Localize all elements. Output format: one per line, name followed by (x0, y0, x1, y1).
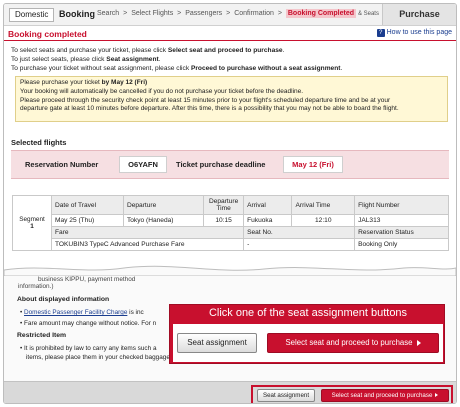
column-header: Fare (50, 226, 245, 239)
table-cell: - (243, 238, 356, 251)
progress-stepbar: Domestic Booking Search > Select Flights… (4, 4, 456, 26)
notice-line-2: Your booking will automatically be cance… (20, 87, 304, 95)
about-line-2: • Fare amount may change without notice.… (20, 320, 157, 327)
purchase-tab: Purchase (382, 4, 456, 25)
step-separator: > (226, 10, 231, 17)
table-cell: 10:15 (203, 214, 245, 227)
seat-assignment-button[interactable]: Seat assignment (177, 333, 257, 353)
about-line-1: • Domestic Passenger Facility Charge is … (20, 309, 144, 316)
torn-paper-edge (4, 265, 456, 276)
cut-off-text: business KIPPU, payment method informati… (18, 276, 135, 290)
about-displayed-info-title: About displayed information (17, 296, 110, 303)
intro-text: . (158, 56, 161, 63)
intro-text: . (282, 47, 285, 54)
column-header: Arrival (243, 195, 293, 215)
table-cell: Fukuoka (243, 214, 293, 227)
notice-line-1: Please purchase your ticket by May 12 (F… (20, 79, 443, 88)
booking-label: Booking (59, 9, 95, 19)
intro-bold: Proceed to purchase without a seat assig… (190, 65, 341, 72)
intro-instructions: To select seats and purchase your ticket… (11, 46, 451, 73)
intro-bold: Seat assignment (106, 56, 159, 63)
notice-text: Please purchase your ticket (20, 79, 102, 86)
column-header: Reservation Status (354, 226, 449, 239)
arrow-right-icon (435, 393, 439, 398)
intro-text: To purchase your ticket without seat ass… (11, 65, 191, 72)
select-seat-proceed-button[interactable]: Select seat and proceed to purchase (321, 389, 449, 402)
table-cell: TOKUBIN3 TypeC Advanced Purchase Fare (50, 238, 245, 251)
step-select-flights: Select Flights (131, 10, 174, 17)
restricted-text: It is prohibited by law to carry any ite… (24, 345, 157, 352)
step-confirmation: Confirmation (234, 10, 274, 17)
reservation-summary: Reservation Number O6YAFN Ticket purchas… (11, 150, 449, 179)
column-header: Date of Travel (51, 195, 124, 215)
column-header: Arrival Time (291, 195, 356, 215)
select-seat-proceed-label: Select seat and proceed to purchase (331, 392, 433, 399)
table-cell: Booking Only (354, 238, 449, 251)
domestic-tab[interactable]: Domestic (9, 8, 55, 22)
column-header: Departure Time (203, 195, 245, 215)
step-separator: > (123, 10, 128, 17)
select-seat-proceed-button[interactable]: Select seat and proceed to purchase (267, 333, 439, 353)
table-subheader-row: Fare Seat No. Reservation Status (13, 226, 449, 239)
page-title: Booking completed (8, 29, 87, 39)
step-passengers: Passengers (185, 10, 223, 17)
step-separator: > (177, 10, 182, 17)
intro-line-2: To just select seats, please click Seat … (11, 55, 451, 64)
flight-table: Segment 1 Date of Travel Departure Depart… (12, 195, 449, 251)
segment-label: Segment (19, 216, 45, 223)
help-icon: ? (376, 29, 385, 37)
reservation-number-label: Reservation Number (25, 160, 99, 169)
selected-flights-title: Selected flights (11, 138, 67, 147)
table-cell: JAL313 (354, 214, 449, 227)
about-text: is inc (129, 309, 144, 316)
purchase-deadline-notice: Please purchase your ticket by May 12 (F… (15, 76, 448, 122)
notice-line-3: Please proceed through the security chec… (20, 96, 391, 104)
seat-assignment-button[interactable]: Seat assignment (257, 389, 315, 402)
restricted-line-1: • It is prohibited by law to carry any i… (20, 345, 157, 352)
seat-assignment-callout: Click one of the seat assignment buttons… (169, 304, 445, 364)
step-search: Search (97, 10, 120, 17)
page-title-row: Booking completed ? How to use this page (4, 27, 456, 41)
progress-steps: Search > Select Flights > Passengers > C… (97, 9, 379, 18)
purchase-deadline-value: May 12 (Fri) (283, 156, 343, 173)
callout-title: Click one of the seat assignment buttons (208, 307, 408, 319)
step-separator: > (277, 10, 282, 17)
column-header: Seat No. (243, 226, 356, 239)
restricted-item-title: Restricted Item (17, 332, 67, 339)
table-cell: Tokyo (Haneda) (122, 214, 205, 227)
reservation-number: O6YAFN (119, 156, 167, 173)
table-header-row: Segment 1 Date of Travel Departure Depart… (12, 195, 449, 251)
bottom-action-bar: Seat assignment Select seat and proceed … (4, 381, 456, 403)
table-cell: 12:10 (291, 214, 356, 227)
step-booking-completed: Booking Completed (285, 9, 356, 18)
booking-page: Domestic Booking Search > Select Flights… (3, 3, 457, 404)
column-header: Flight Number (354, 195, 449, 215)
facility-charge-link[interactable]: Domestic Passenger Facility Charge (24, 309, 127, 316)
notice-line-4: departure gate at least 10 minutes befor… (20, 105, 399, 113)
callout-body: Seat assignment Select seat and proceed … (173, 324, 443, 362)
table-row: May 25 (Thu) Tokyo (Haneda) 10:15 Fukuok… (13, 214, 449, 227)
purchase-deadline-label: Ticket purchase deadline (176, 160, 266, 169)
step-seats-suffix: & Seats (357, 11, 379, 17)
intro-line-3: To purchase your ticket without seat ass… (11, 64, 451, 73)
intro-line-1: To select seats and purchase your ticket… (11, 46, 451, 55)
notice-deadline: by May 12 (Fri) (101, 79, 148, 86)
cut-off-line-1: business KIPPU, payment method (38, 276, 136, 283)
intro-text: To select seats and purchase your ticket… (11, 47, 168, 54)
intro-text: To just select seats, please click (11, 56, 107, 63)
select-seat-proceed-label: Select seat and proceed to purchase (285, 338, 413, 347)
about-text: Fare amount may change without notice. F… (24, 320, 157, 327)
intro-text: . (340, 65, 343, 72)
cut-off-line-2: information.) (18, 283, 54, 290)
column-header: Departure (122, 195, 205, 215)
how-to-use-label: How to use this page (386, 29, 452, 36)
segment-cell: Segment 1 (12, 195, 52, 251)
table-row: TOKUBIN3 TypeC Advanced Purchase Fare - … (13, 238, 449, 251)
table-cell: May 25 (Thu) (51, 214, 124, 227)
arrow-right-icon (416, 339, 421, 346)
segment-number: 1 (30, 223, 34, 230)
how-to-use-link[interactable]: ? How to use this page (376, 29, 452, 37)
intro-bold: Select seat and proceed to purchase (167, 47, 283, 54)
